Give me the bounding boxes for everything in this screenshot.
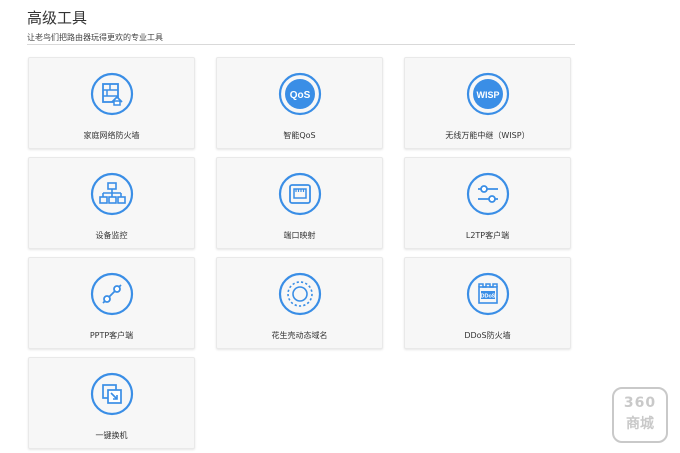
tool-label: 智能QoS — [283, 131, 316, 140]
home-firewall-icon — [90, 72, 134, 116]
tools-grid: 家庭网络防火墙 QoS 智能QoS WISP 无线万能中继（WISP） 设备监控… — [28, 57, 571, 449]
tool-card-device-monitor[interactable]: 设备监控 — [28, 157, 195, 249]
tool-label: 设备监控 — [95, 231, 128, 240]
page-title: 高级工具 — [27, 9, 88, 27]
ddns-icon — [278, 272, 322, 316]
page-subtitle: 让老鸟们把路由器玩得更欢的专业工具 — [27, 33, 163, 42]
tool-card-one-click-switch[interactable]: 一键换机 — [28, 357, 195, 449]
one-click-switch-icon — [90, 372, 134, 416]
qos-icon: QoS — [278, 72, 322, 116]
tool-label: L2TP客户端 — [465, 231, 510, 240]
ddos-firewall-icon: DDoS — [466, 272, 510, 316]
port-mapping-icon — [278, 172, 322, 216]
tool-card-l2tp-client[interactable]: L2TP客户端 — [404, 157, 571, 249]
svg-text:QoS: QoS — [289, 90, 310, 101]
wisp-icon: WISP — [466, 72, 510, 116]
tool-label: 端口映射 — [283, 231, 316, 240]
page-header: 高级工具 让老鸟们把路由器玩得更欢的专业工具 — [27, 8, 575, 43]
tool-card-ddns[interactable]: 花生壳动态域名 — [216, 257, 383, 349]
360-mall-watermark-logo: 360 商城 — [612, 387, 668, 443]
tool-label: DDoS防火墙 — [464, 331, 511, 340]
tool-card-wisp[interactable]: WISP 无线万能中继（WISP） — [404, 57, 571, 149]
device-monitor-icon — [90, 172, 134, 216]
tool-label: 家庭网络防火墙 — [83, 131, 140, 140]
header-divider — [27, 44, 575, 45]
tool-label: PPTP客户端 — [89, 331, 134, 340]
tool-card-qos[interactable]: QoS 智能QoS — [216, 57, 383, 149]
tool-card-port-mapping[interactable]: 端口映射 — [216, 157, 383, 249]
tool-label: 无线万能中继（WISP） — [445, 131, 530, 140]
tool-card-home-firewall[interactable]: 家庭网络防火墙 — [28, 57, 195, 149]
tool-card-ddos-firewall[interactable]: DDoS DDoS防火墙 — [404, 257, 571, 349]
tool-card-pptp-client[interactable]: PPTP客户端 — [28, 257, 195, 349]
svg-text:WISP: WISP — [476, 90, 499, 100]
pptp-client-icon — [90, 272, 134, 316]
svg-text:DDoS: DDoS — [480, 294, 495, 300]
l2tp-client-icon — [466, 172, 510, 216]
tool-label: 一键换机 — [95, 431, 128, 440]
tool-label: 花生壳动态域名 — [271, 331, 328, 340]
